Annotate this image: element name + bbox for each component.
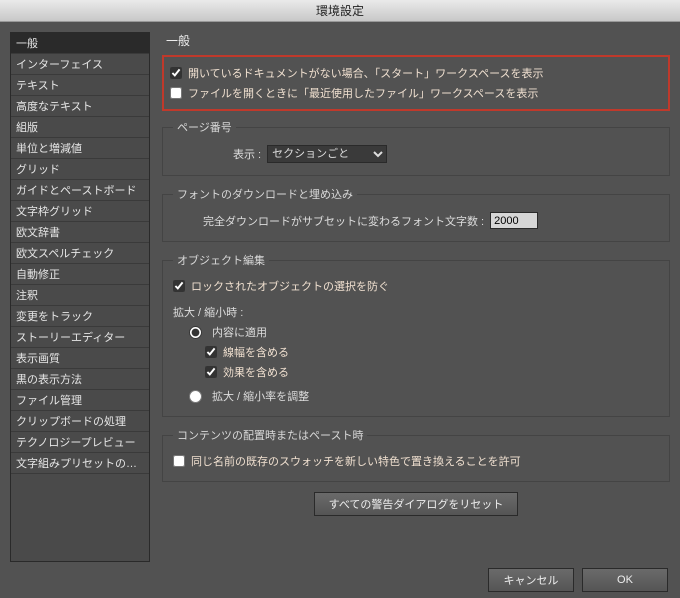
sidebar-item[interactable]: 欧文スペルチェック	[11, 243, 149, 264]
include-effects-label: 効果を含める	[223, 364, 289, 380]
adjust-scaling-radio[interactable]	[189, 390, 202, 403]
page-numbering-legend: ページ番号	[173, 119, 236, 135]
object-editing-group: オブジェクト編集 ロックされたオブジェクトの選択を防ぐ 拡大 / 縮小時 : 内…	[162, 252, 670, 417]
swatch-replace-label: 同じ名前の既存のスウォッチを新しい特色で置き換えることを許可	[191, 453, 521, 469]
adjust-scaling-label: 拡大 / 縮小率を調整	[212, 388, 309, 404]
reset-warnings-button[interactable]: すべての警告ダイアログをリセット	[314, 492, 519, 516]
sidebar-item[interactable]: テキスト	[11, 75, 149, 96]
panel-title: 一般	[166, 32, 670, 49]
sidebar-item[interactable]: 文字枠グリッド	[11, 201, 149, 222]
ok-button[interactable]: OK	[582, 568, 668, 592]
sidebar-item[interactable]: ストーリーエディター	[11, 327, 149, 348]
page-numbering-group: ページ番号 表示 : セクションごと	[162, 119, 670, 176]
prevent-locked-checkbox[interactable]	[173, 280, 185, 292]
font-download-group: フォントのダウンロードと埋め込み 完全ダウンロードがサブセットに変わるフォント文…	[162, 186, 670, 242]
category-sidebar[interactable]: 一般インターフェイステキスト高度なテキスト組版単位と増減値グリッドガイドとペース…	[10, 32, 150, 562]
main-panel: 一般 開いているドキュメントがない場合、「スタート」ワークスペースを表示 ファイ…	[162, 32, 670, 578]
swatch-replace-checkbox[interactable]	[173, 455, 185, 467]
include-strokes-checkbox[interactable]	[205, 346, 217, 358]
sidebar-item[interactable]: 黒の表示方法	[11, 369, 149, 390]
content-paste-group: コンテンツの配置時またはペースト時 同じ名前の既存のスウォッチを新しい特色で置き…	[162, 427, 670, 482]
apply-to-content-label: 内容に適用	[212, 324, 267, 340]
sidebar-item[interactable]: 自動修正	[11, 264, 149, 285]
sidebar-item[interactable]: 単位と増減値	[11, 138, 149, 159]
font-threshold-input[interactable]	[490, 212, 538, 229]
sidebar-item[interactable]: 組版	[11, 117, 149, 138]
sidebar-item[interactable]: グリッド	[11, 159, 149, 180]
show-recent-workspace-label: ファイルを開くときに「最近使用したファイル」ワークスペースを表示	[188, 85, 538, 101]
prevent-locked-label: ロックされたオブジェクトの選択を防ぐ	[191, 278, 389, 294]
sidebar-item[interactable]: 欧文辞書	[11, 222, 149, 243]
font-threshold-label: 完全ダウンロードがサブセットに変わるフォント文字数 :	[203, 213, 484, 229]
sidebar-item[interactable]: ファイル管理	[11, 390, 149, 411]
sidebar-item[interactable]: 文字組みプリセットの表示設定	[11, 453, 149, 474]
show-start-workspace-label: 開いているドキュメントがない場合、「スタート」ワークスペースを表示	[188, 65, 544, 81]
client-area: 一般インターフェイステキスト高度なテキスト組版単位と増減値グリッドガイドとペース…	[0, 22, 680, 578]
object-editing-legend: オブジェクト編集	[173, 252, 269, 268]
cancel-button[interactable]: キャンセル	[488, 568, 574, 592]
include-strokes-label: 線幅を含める	[223, 344, 289, 360]
sidebar-item[interactable]: 注釈	[11, 285, 149, 306]
sidebar-item[interactable]: ガイドとペーストボード	[11, 180, 149, 201]
content-paste-legend: コンテンツの配置時またはペースト時	[173, 427, 367, 443]
show-start-workspace-checkbox[interactable]	[170, 67, 182, 79]
show-recent-workspace-checkbox[interactable]	[170, 87, 182, 99]
sidebar-item[interactable]: テクノロジープレビュー	[11, 432, 149, 453]
window-title: 環境設定	[316, 4, 364, 18]
sidebar-item[interactable]: クリップボードの処理	[11, 411, 149, 432]
sidebar-item[interactable]: 変更をトラック	[11, 306, 149, 327]
sidebar-item[interactable]: インターフェイス	[11, 54, 149, 75]
sidebar-item[interactable]: 高度なテキスト	[11, 96, 149, 117]
include-effects-checkbox[interactable]	[205, 366, 217, 378]
sidebar-item[interactable]: 表示画質	[11, 348, 149, 369]
scaling-label: 拡大 / 縮小時 :	[173, 304, 243, 320]
font-download-legend: フォントのダウンロードと埋め込み	[173, 186, 357, 202]
page-numbering-display-label: 表示 :	[233, 146, 261, 162]
highlighted-options-box: 開いているドキュメントがない場合、「スタート」ワークスペースを表示 ファイルを開…	[162, 55, 670, 111]
dialog-footer: キャンセル OK	[488, 568, 668, 592]
page-numbering-display-select[interactable]: セクションごと	[267, 145, 387, 163]
sidebar-item[interactable]: 一般	[11, 33, 149, 54]
title-bar: 環境設定	[0, 0, 680, 22]
apply-to-content-radio[interactable]	[189, 326, 202, 339]
